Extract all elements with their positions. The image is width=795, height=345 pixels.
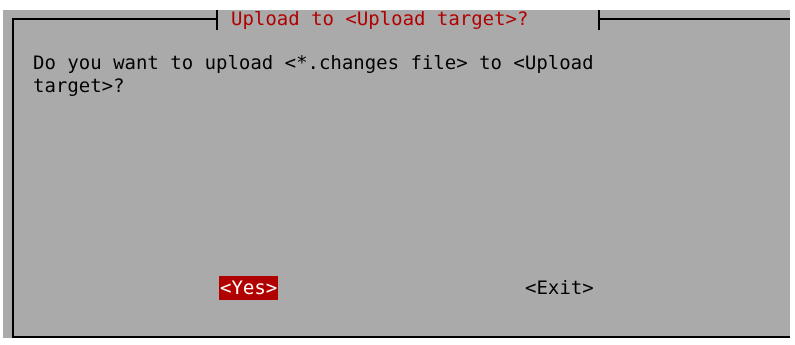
yes-button[interactable]: <Yes> — [219, 276, 279, 300]
frame-top-right — [600, 18, 790, 20]
frame-left — [12, 18, 14, 338]
title-right-bracket — [598, 10, 600, 30]
dialog-message: Do you want to upload <*.changes file> t… — [33, 52, 594, 97]
frame-top-left — [12, 18, 218, 20]
title-left-bracket — [216, 10, 218, 30]
upload-dialog: Upload to <Upload target>? Do you want t… — [3, 8, 790, 338]
exit-button[interactable]: <Exit> — [524, 276, 595, 300]
dialog-title: Upload to <Upload target>? — [231, 8, 529, 30]
frame-bottom — [12, 336, 790, 338]
